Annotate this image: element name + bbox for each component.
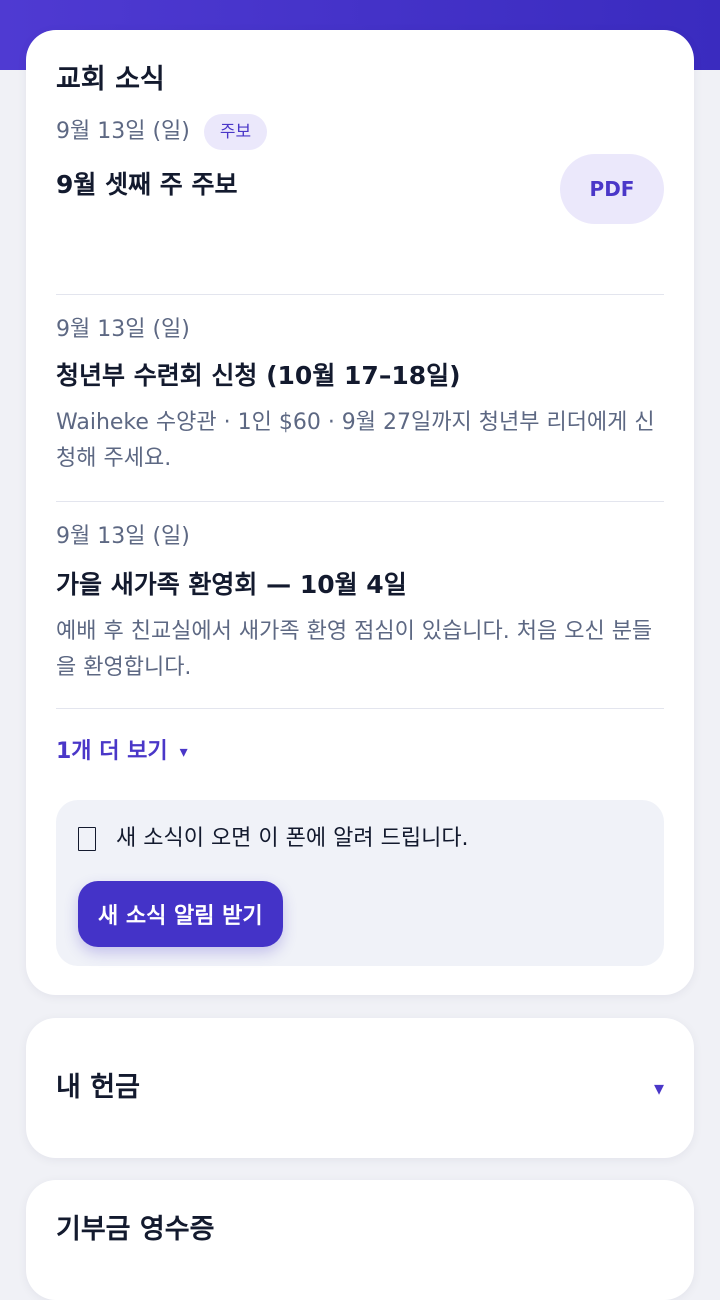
- news-item-meta: 9월 13일 (일): [56, 315, 190, 345]
- news-item-date: 9월 13일 (일): [56, 119, 190, 144]
- news-title: 교회 소식: [56, 64, 165, 95]
- subscribe-notifications-button[interactable]: 새 소식 알림 받기: [78, 881, 283, 947]
- show-more-label: 1개 더 보기: [56, 739, 168, 764]
- news-item-body: Waiheke 수양관 · 1인 $60 · 9월 27일까지 청년부 리더에게…: [56, 410, 655, 471]
- news-item-welcome[interactable]: 9월 13일 (일) 가을 새가족 환영회 — 10월 4일 예배 후 친교실에…: [56, 502, 664, 709]
- my-giving-title: 내 헌금: [56, 1072, 140, 1103]
- news-item-date: 9월 13일 (일): [56, 524, 190, 549]
- pdf-button[interactable]: PDF: [560, 154, 664, 224]
- news-item-title: 청년부 수련회 신청 (10월 17–18일): [56, 361, 461, 390]
- notification-panel: 새 소식이 오면 이 폰에 알려 드립니다. 새 소식 알림 받기: [56, 800, 664, 966]
- bell-icon: [78, 827, 96, 851]
- bulletin-badge: 주보: [203, 114, 268, 150]
- news-item-body: 예배 후 친교실에서 새가족 환영 점심이 있습니다. 처음 오신 분들을 환영…: [56, 619, 653, 680]
- news-item-retreat[interactable]: 9월 13일 (일) 청년부 수련회 신청 (10월 17–18일) Waihe…: [56, 295, 664, 502]
- show-more-link[interactable]: 1개 더 보기 ▾: [56, 735, 664, 769]
- notification-info: 새 소식이 오면 이 폰에 알려 드립니다.: [78, 822, 469, 856]
- news-item-title: 가을 새가족 환영회 — 10월 4일: [56, 570, 407, 599]
- notification-text: 새 소식이 오면 이 폰에 알려 드립니다.: [116, 826, 469, 851]
- news-item-meta: 9월 13일 (일) 주보: [56, 114, 268, 150]
- chevron-down-icon[interactable]: ▾: [654, 1076, 664, 1100]
- donation-receipts-card[interactable]: 기부금 영수증: [26, 1180, 694, 1300]
- my-giving-card[interactable]: 내 헌금 ▾: [26, 1018, 694, 1158]
- news-item-date: 9월 13일 (일): [56, 317, 190, 342]
- donation-receipts-title: 기부금 영수증: [56, 1214, 215, 1245]
- news-card: 교회 소식 9월 13일 (일) 주보 9월 셋째 주 주보 PDF 9월 13…: [26, 30, 694, 995]
- chevron-down-icon: ▾: [179, 742, 188, 761]
- news-item-meta: 9월 13일 (일): [56, 522, 190, 552]
- news-item-bulletin[interactable]: 9월 13일 (일) 주보 9월 셋째 주 주보 PDF: [56, 114, 664, 295]
- news-item-title: 9월 셋째 주 주보: [56, 170, 238, 199]
